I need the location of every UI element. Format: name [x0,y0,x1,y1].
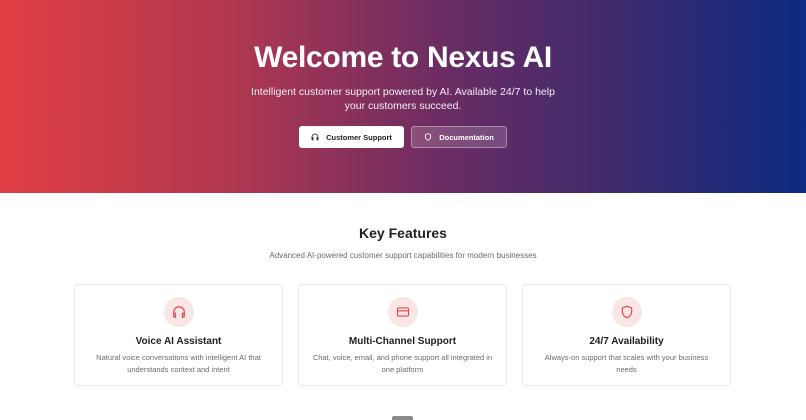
documentation-label: Documentation [439,132,494,142]
feature-card-availability: 24/7 Availability Always-on support that… [522,284,731,386]
feature-card-title: Multi-Channel Support [348,336,457,347]
hero-banner: Welcome to Nexus AI Intelligent customer… [0,0,806,193]
feature-card-description: Chat, voice, email, and phone support al… [312,353,493,374]
feature-card-multi-channel: Multi-Channel Support Chat, voice, email… [298,284,507,386]
feature-card-description: Always-on support that scales with your … [544,353,709,374]
headphones-icon [311,133,319,141]
feature-card-title: Voice AI Assistant [135,336,222,347]
shield-icon [425,133,432,141]
hero-title: Welcome to Nexus AI [254,41,552,74]
feature-icon-badge [164,297,194,327]
customer-support-button[interactable]: Customer Support [299,126,404,148]
feature-icon-badge [388,297,418,327]
feature-card-title: 24/7 Availability [589,336,664,347]
feature-card-voice-ai: Voice AI Assistant Natural voice convers… [74,284,283,386]
customer-support-label: Customer Support [326,132,392,142]
scroll-handle[interactable] [392,416,413,420]
headphones-icon [173,306,185,318]
documentation-button[interactable]: Documentation [411,126,507,148]
features-subtitle: Advanced AI-powered customer support cap… [269,251,537,260]
features-title: Key Features [359,225,447,241]
shield-icon [621,305,633,319]
hero-subtitle: Intelligent customer support powered by … [251,86,555,112]
feature-card-description: Natural voice conversations with intelli… [96,353,261,374]
feature-icon-badge [612,297,642,327]
credit-card-icon [396,307,410,317]
